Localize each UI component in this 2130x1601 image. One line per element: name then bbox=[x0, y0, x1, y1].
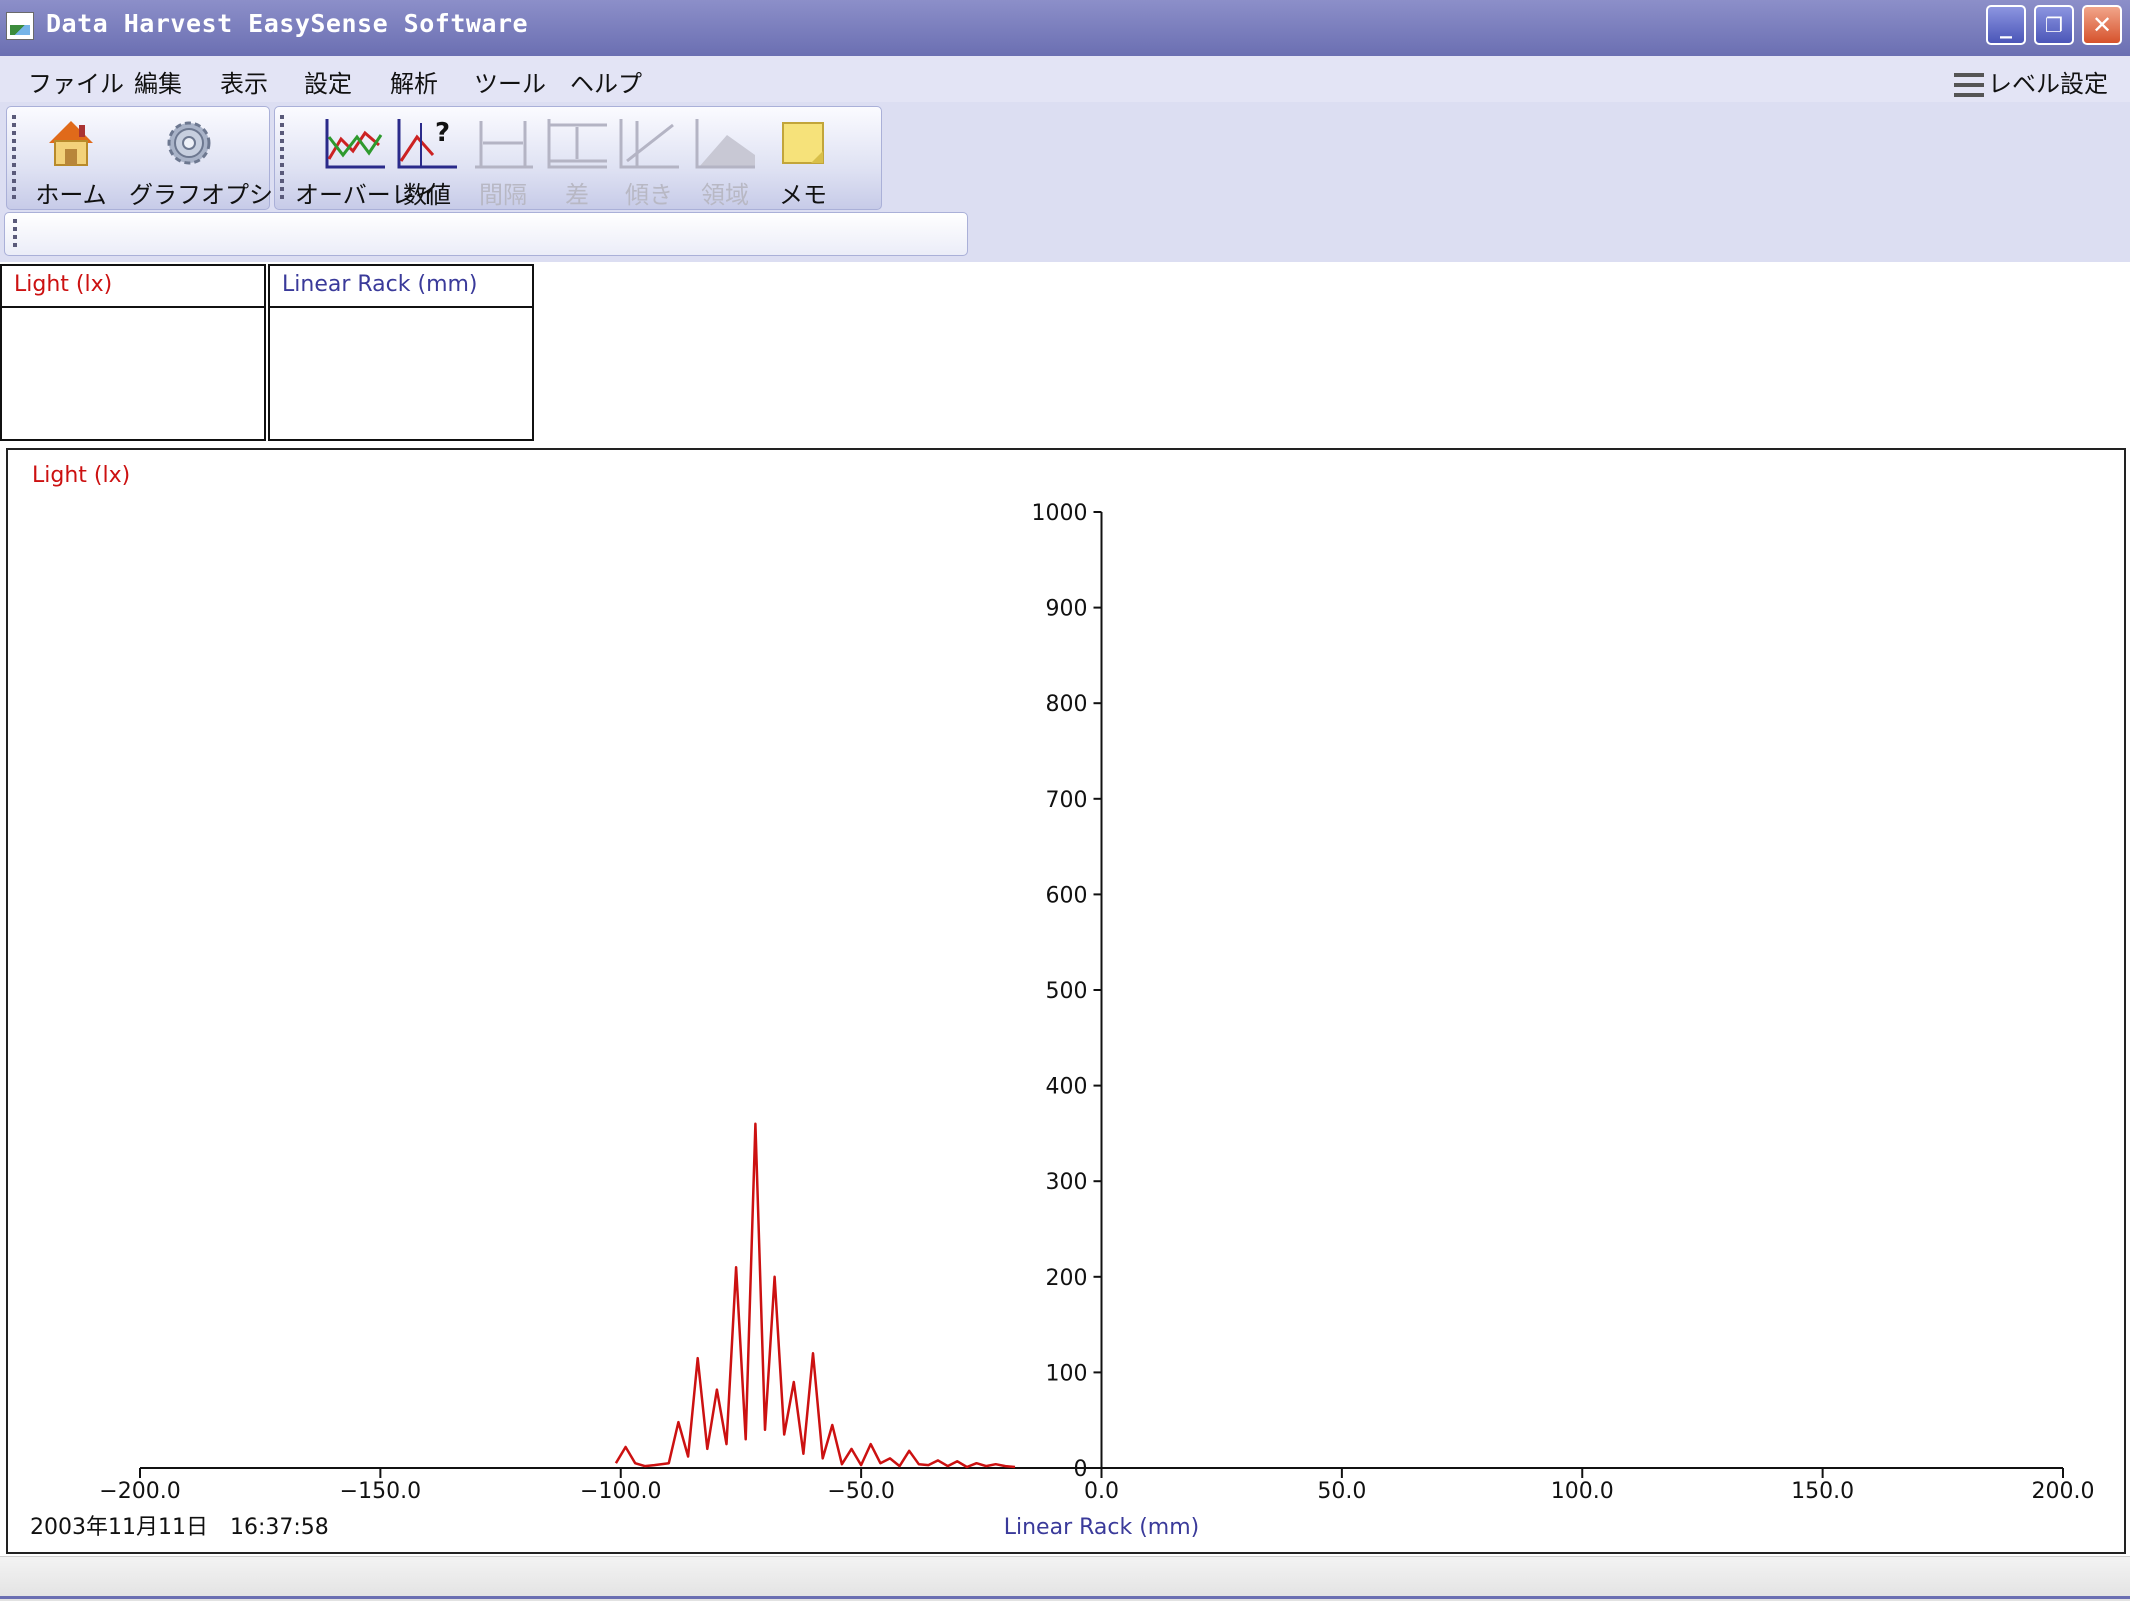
menu-file[interactable]: ファイル bbox=[28, 64, 124, 99]
toolbar-area: ホーム グラフオプション オーバーレイ ? 数値 間隔 差 傾き 領域 メモ bbox=[0, 102, 2130, 262]
window-title: Data Harvest EasySense Software bbox=[46, 9, 529, 38]
restore-button[interactable]: ❐ bbox=[2034, 5, 2074, 45]
interval-icon bbox=[475, 121, 533, 169]
meter-light[interactable]: Light (lx) bbox=[0, 264, 266, 441]
x-tick-label: 100.0 bbox=[1551, 1479, 1614, 1504]
x-tick-label: 0.0 bbox=[1084, 1479, 1119, 1504]
y-tick-label: 400 bbox=[1046, 1075, 1088, 1100]
toolbar-grip[interactable] bbox=[280, 115, 284, 203]
x-tick-label: 150.0 bbox=[1791, 1479, 1854, 1504]
memo-icon bbox=[782, 122, 824, 164]
level-setting-label: レベル設定 bbox=[1988, 70, 2108, 98]
y-tick-label: 500 bbox=[1046, 979, 1088, 1004]
y-tick-label: 900 bbox=[1046, 597, 1088, 622]
graph-options-label: グラフオプション bbox=[129, 181, 321, 209]
overlay-chart-icon bbox=[325, 119, 385, 169]
house-icon bbox=[49, 121, 93, 166]
menu-tools[interactable]: ツール bbox=[474, 64, 546, 99]
menu-edit[interactable]: 編集 bbox=[134, 64, 182, 99]
toolbar-analysis: オーバーレイ ? 数値 間隔 差 傾き 領域 メモ bbox=[274, 106, 882, 210]
status-bar bbox=[0, 1556, 2130, 1601]
y-tick-label: 0 bbox=[1074, 1457, 1088, 1482]
menu-help[interactable]: ヘルプ bbox=[570, 64, 642, 99]
x-tick-label: −200.0 bbox=[99, 1479, 180, 1504]
area-icon bbox=[695, 119, 755, 169]
toolbar-grip[interactable] bbox=[13, 219, 17, 247]
graph-panel[interactable]: −200.0 −150.0 −100.0 −50.0 0.0 50.0 100.0 150.0… bbox=[6, 448, 2126, 1554]
menu-settings[interactable]: 設定 bbox=[304, 64, 352, 99]
menu-analysis[interactable]: 解析 bbox=[390, 64, 438, 99]
light-series-line bbox=[614, 1122, 1016, 1469]
y-tick-label: 1000 bbox=[1032, 501, 1088, 526]
hamburger-icon bbox=[1954, 73, 1984, 97]
menu-view[interactable]: 表示 bbox=[220, 64, 268, 99]
home-button[interactable]: ホーム bbox=[31, 111, 111, 209]
x-tick-label: 50.0 bbox=[1317, 1479, 1366, 1504]
line-chart[interactable]: −200.0 −150.0 −100.0 −50.0 0.0 50.0 100.0 150.0… bbox=[8, 450, 2124, 1552]
x-tick-label: −100.0 bbox=[580, 1479, 661, 1504]
home-label: ホーム bbox=[35, 181, 107, 209]
y-tick-label: 100 bbox=[1046, 1361, 1088, 1386]
memo-label: メモ bbox=[779, 181, 827, 209]
difference-icon bbox=[547, 119, 607, 169]
sub-toolbar[interactable] bbox=[4, 212, 968, 256]
value-query-icon: ? bbox=[397, 118, 457, 169]
y-axis-title: Light (lx) bbox=[32, 463, 130, 488]
y-tick-label: 600 bbox=[1046, 883, 1088, 908]
minimize-button[interactable]: _ bbox=[1986, 5, 2026, 45]
gradient-icon bbox=[619, 119, 679, 169]
meter-light-label: Light (lx) bbox=[2, 266, 264, 308]
toolbar-main: ホーム グラフオプション bbox=[6, 106, 321, 210]
x-tick-label: −150.0 bbox=[340, 1479, 421, 1504]
y-tick-label: 300 bbox=[1046, 1170, 1088, 1195]
y-tick-label: 200 bbox=[1046, 1266, 1088, 1291]
x-tick-label: 200.0 bbox=[2032, 1479, 2095, 1504]
meter-linear-rack[interactable]: Linear Rack (mm) bbox=[268, 264, 534, 441]
x-axis-title: Linear Rack (mm) bbox=[1004, 1515, 1200, 1540]
level-setting-button[interactable]: レベル設定 bbox=[1954, 64, 2108, 99]
graph-options-button[interactable]: グラフオプション bbox=[129, 111, 321, 209]
menu-bar: ファイル 編集 表示 設定 解析 ツール ヘルプ レベル設定 bbox=[0, 56, 2130, 102]
svg-text:?: ? bbox=[435, 118, 450, 148]
x-tick-label: −50.0 bbox=[827, 1479, 894, 1504]
y-tick-label: 800 bbox=[1046, 692, 1088, 717]
memo-button[interactable]: メモ bbox=[763, 111, 843, 209]
app-icon bbox=[6, 12, 34, 40]
close-button[interactable]: ✕ bbox=[2082, 5, 2122, 45]
gear-icon bbox=[167, 121, 211, 165]
timestamp: 2003年11月11日 16:37:58 bbox=[30, 1515, 329, 1540]
title-bar: Data Harvest EasySense Software _ ❐ ✕ bbox=[0, 0, 2130, 57]
meter-linear-rack-label: Linear Rack (mm) bbox=[270, 266, 532, 308]
y-tick-label: 700 bbox=[1046, 788, 1088, 813]
